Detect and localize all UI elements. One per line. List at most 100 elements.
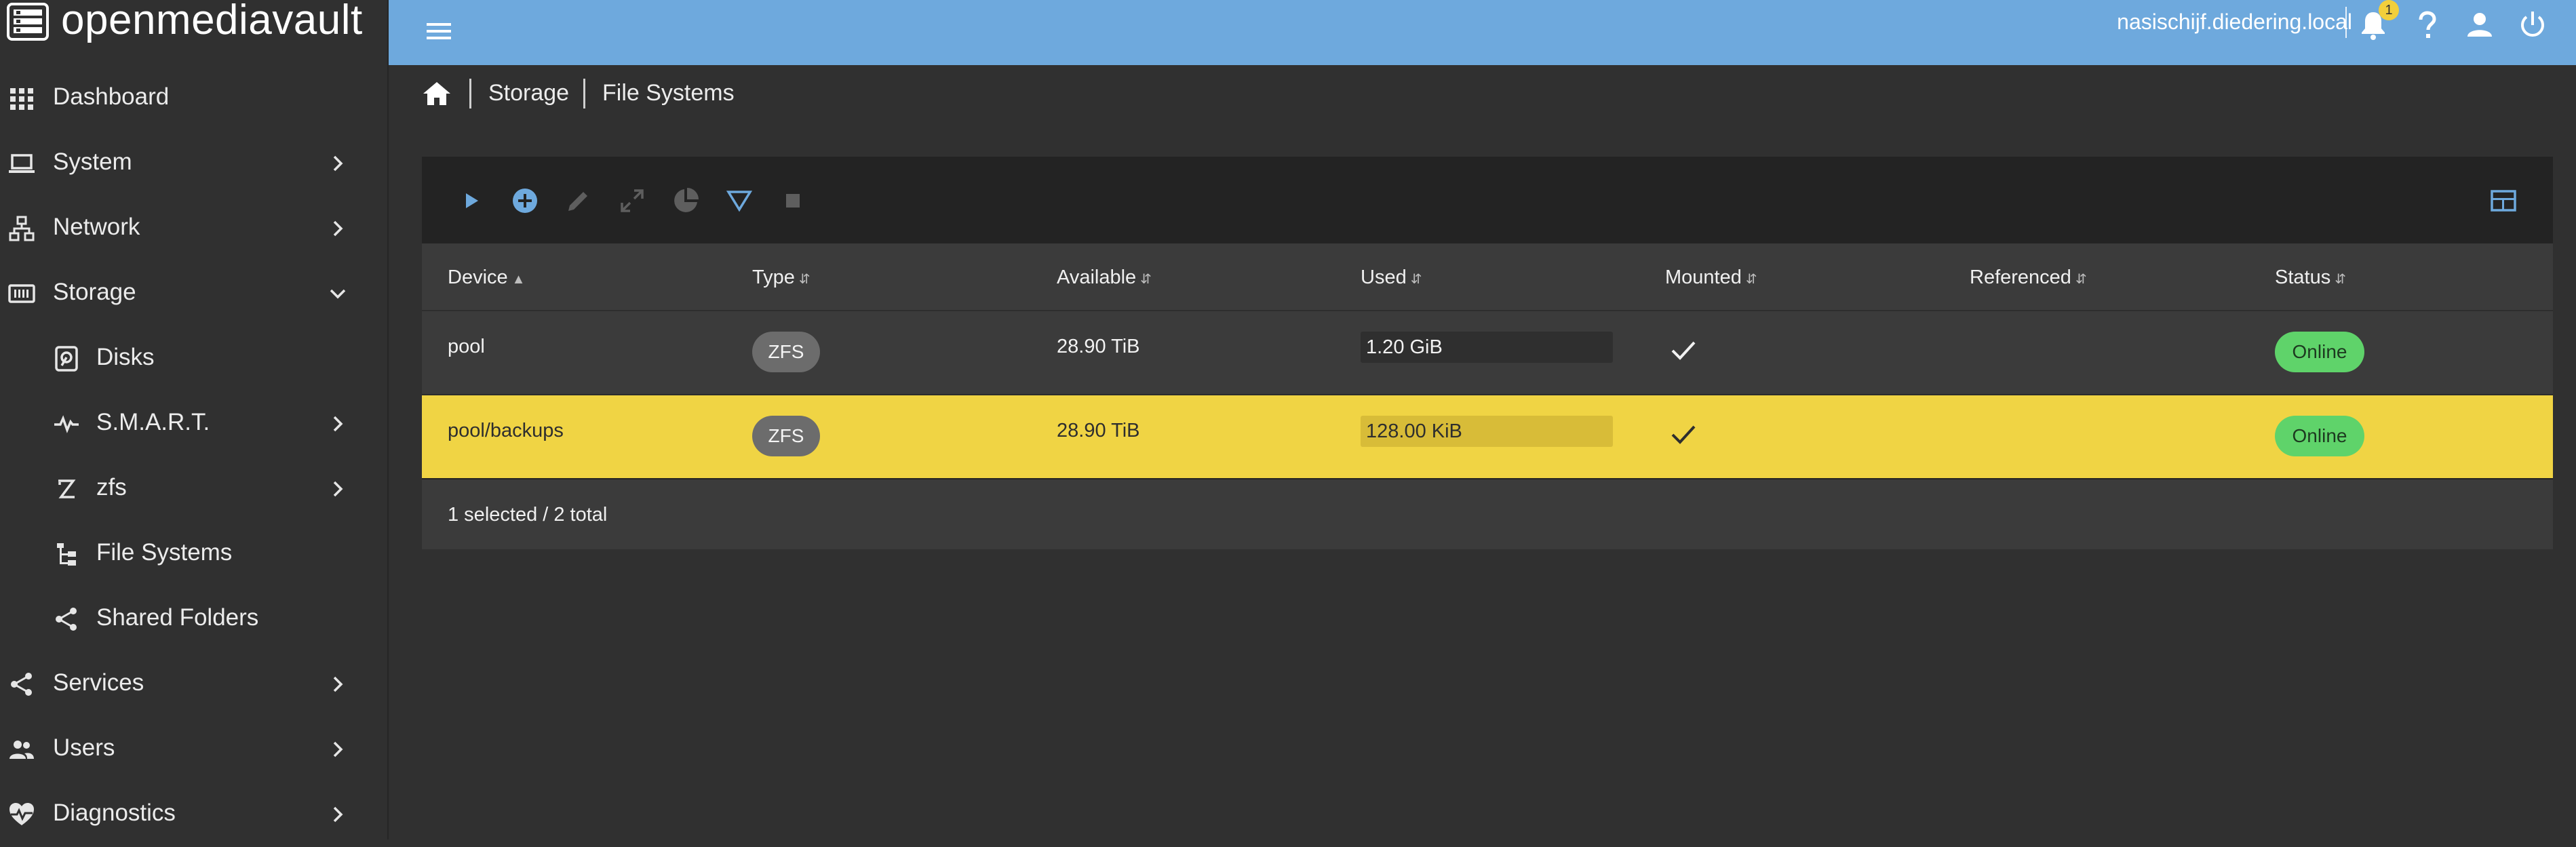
sidebar-item-label: zfs — [96, 474, 127, 500]
status-badge: Online — [2275, 416, 2364, 456]
sidebar-item-label: S.M.A.R.T. — [96, 409, 210, 435]
app-title: openmediavault — [61, 0, 363, 43]
sidebar-item-system[interactable]: System — [0, 131, 387, 196]
sidebar-item-services[interactable]: Services — [0, 652, 387, 717]
chevron-down-icon — [330, 289, 346, 299]
share-icon — [56, 608, 77, 631]
sidebar-item-dashboard[interactable]: Dashboard — [0, 66, 387, 131]
column-header-device[interactable]: Device ▲ — [448, 267, 525, 289]
disk-icon — [55, 346, 78, 372]
cell-used: 1.20 GiB — [1366, 336, 1443, 358]
sidebar-item-label: Shared Folders — [96, 604, 259, 631]
notification-badge: 1 — [2379, 0, 2399, 20]
file-systems-card: Device ▲ Type ⇵ Available ⇵ Used ⇵ Mounted ⇵ … — [422, 157, 2553, 549]
heart-pulse-icon — [9, 803, 34, 825]
sidebar-item-network[interactable]: Network — [0, 196, 387, 261]
chevron-right-icon — [333, 481, 343, 497]
check-icon — [1671, 425, 1696, 444]
home-icon[interactable] — [422, 80, 452, 107]
sort-icon: ⇵ — [2335, 272, 2346, 287]
column-header-referenced[interactable]: Referenced ⇵ — [1970, 267, 2087, 289]
sort-icon: ⇵ — [1140, 272, 1152, 287]
sort-icon: ⇵ — [1745, 272, 1757, 287]
sidebar-item-smart[interactable]: S.M.A.R.T. — [0, 391, 387, 456]
type-badge: ZFS — [752, 416, 820, 456]
sidebar-item-disks[interactable]: Disks — [0, 326, 387, 391]
network-icon — [9, 216, 35, 241]
chevron-right-icon — [333, 806, 343, 823]
sidebar-item-label: Dashboard — [53, 83, 170, 110]
menu-icon[interactable] — [423, 15, 455, 47]
cell-used: 128.00 KiB — [1366, 420, 1462, 442]
table-toolbar — [422, 157, 2553, 243]
table-row[interactable]: pool ZFS 28.90 TiB 1.20 GiB Online — [422, 311, 2553, 395]
cell-available: 28.90 TiB — [1057, 420, 1140, 441]
sidebar-item-label: Disks — [96, 344, 155, 370]
sidebar-item-users[interactable]: Users — [0, 717, 387, 782]
chevron-right-icon — [333, 741, 343, 757]
breadcrumb-file-systems: File Systems — [602, 80, 735, 106]
sidebar-item-label: Services — [53, 669, 144, 696]
power-icon[interactable] — [2517, 9, 2548, 41]
column-header-available[interactable]: Available ⇵ — [1057, 267, 1152, 289]
help-icon[interactable] — [2411, 9, 2442, 41]
sidebar-item-zfs[interactable]: zfs — [0, 456, 387, 521]
type-badge: ZFS — [752, 332, 820, 372]
column-header-type[interactable]: Type ⇵ — [752, 267, 811, 289]
sidebar-item-shared-folders[interactable]: Shared Folders — [0, 587, 387, 652]
column-layout-icon[interactable] — [2489, 186, 2518, 215]
cell-device: pool/backups — [448, 420, 564, 441]
column-header-status[interactable]: Status ⇵ — [2275, 267, 2346, 289]
column-header-used[interactable]: Used ⇵ — [1361, 267, 1422, 289]
play-icon[interactable] — [457, 186, 486, 215]
sidebar-item-label: File Systems — [96, 539, 233, 566]
grid-icon — [10, 88, 33, 110]
brand[interactable]: openmediavault — [0, 0, 387, 65]
breadcrumb-storage[interactable]: Storage — [488, 80, 569, 106]
chevron-right-icon — [333, 220, 343, 237]
expand-icon[interactable] — [618, 186, 646, 215]
omv-logo-icon — [7, 3, 49, 41]
sidebar-item-label: Storage — [53, 279, 136, 305]
sidebar-item-label: Network — [53, 214, 140, 240]
pulse-icon — [54, 415, 79, 433]
topbar-divider — [2345, 7, 2347, 38]
sidebar-item-label: System — [53, 149, 132, 175]
sidebar-item-storage[interactable]: Storage — [0, 261, 387, 326]
pie-chart-icon[interactable] — [671, 186, 700, 215]
breadcrumb-separator — [469, 79, 471, 109]
check-icon — [1671, 341, 1696, 360]
cell-available: 28.90 TiB — [1057, 336, 1140, 357]
table-header: Device ▲ Type ⇵ Available ⇵ Used ⇵ Mounted ⇵ … — [422, 243, 2553, 311]
table-footer: 1 selected / 2 total — [422, 479, 2553, 549]
users-icon — [9, 741, 34, 759]
file-tree-icon — [57, 543, 76, 566]
sidebar-item-label: Diagnostics — [53, 800, 176, 826]
user-icon[interactable] — [2464, 9, 2495, 41]
sidebar: openmediavault Dashboard System Network — [0, 0, 389, 840]
top-bar: nasischijf.diedering.local 1 — [389, 0, 2576, 65]
sort-icon: ⇵ — [1410, 272, 1422, 287]
chevron-right-icon — [333, 416, 343, 432]
cell-device: pool — [448, 336, 485, 357]
used-progress-bar: 128.00 KiB — [1361, 416, 1613, 447]
edit-icon[interactable] — [564, 186, 593, 215]
chevron-right-icon — [333, 155, 343, 172]
table-row-selected[interactable]: pool/backups ZFS 28.90 TiB 128.00 KiB On… — [422, 395, 2553, 478]
sidebar-item-file-systems[interactable]: File Systems — [0, 521, 387, 587]
laptop-icon — [9, 154, 35, 173]
share-icon — [11, 673, 32, 696]
sort-icon: ⇵ — [798, 272, 811, 287]
storage-icon — [8, 284, 35, 303]
sidebar-item-diagnostics[interactable]: Diagnostics — [0, 782, 387, 847]
stop-icon[interactable] — [779, 186, 807, 215]
sort-asc-icon: ▲ — [511, 272, 526, 287]
filter-icon[interactable] — [725, 186, 754, 215]
sidebar-item-label: Users — [53, 734, 115, 761]
add-icon[interactable] — [511, 186, 539, 215]
status-badge: Online — [2275, 332, 2364, 372]
column-header-mounted[interactable]: Mounted ⇵ — [1665, 267, 1757, 289]
selection-count: 1 selected / 2 total — [448, 504, 608, 526]
breadcrumb-separator — [583, 79, 585, 109]
zfs-icon — [58, 479, 76, 498]
